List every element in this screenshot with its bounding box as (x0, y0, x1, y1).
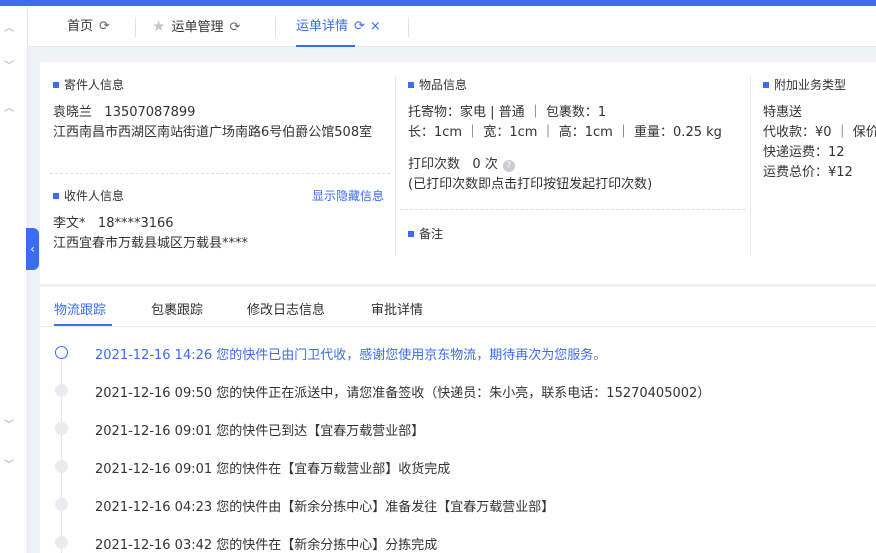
active-tab-indicator (296, 45, 355, 47)
chevron-down-icon[interactable]: ﹀ (4, 461, 14, 471)
tab-label: 运单管理 (171, 20, 224, 35)
tracking-panel: 物流跟踪 包裹跟踪 修改日志信息 审批详情 2021-12-16 14:26 您… (40, 287, 876, 553)
timeline-time: 2021-12-16 14:26 (95, 348, 213, 363)
goods-dimension-line: 长：1cm ｜ 宽：1cm ｜ 高：1cm ｜ 重量：0.25 kg (408, 125, 722, 140)
timeline-item: 2021-12-16 09:01 您的快件已到达【宜春万载营业部】 (95, 420, 424, 439)
print-count-label: 打印次数 (408, 157, 461, 172)
timeline-item: 2021-12-16 09:50 您的快件正在派送中，请您准备签收（快递员：朱小… (95, 382, 710, 401)
page-tabs: 首页 ⟳ ★ 运单管理 ⟳ 运单详情 ⟳ × (28, 6, 876, 47)
refresh-icon[interactable]: ⟳ (99, 19, 110, 34)
print-count-value: 0 次 (472, 157, 498, 172)
timeline-dot (55, 460, 68, 473)
sender-phone: 13507087899 (104, 105, 196, 120)
tab-bar-divider (40, 326, 876, 327)
timeline-dot (55, 536, 68, 549)
timeline-item: 2021-12-16 09:01 您的快件在【宜春万载营业部】收货完成 (95, 458, 450, 477)
tab-label: 首页 (67, 19, 94, 34)
refresh-icon[interactable]: ⟳ (229, 20, 240, 35)
sender-section-title: 寄件人信息 (53, 76, 124, 93)
refresh-icon[interactable]: ⟳ (354, 19, 365, 34)
star-icon[interactable]: ★ (152, 17, 165, 35)
timeline-time: 2021-12-16 09:01 (95, 424, 213, 439)
timeline-message: 您的快件在【新余分拣中心】分拣完成 (216, 538, 438, 553)
waybill-info-panel: 寄件人信息 袁晓兰 13507087899 江西南昌市西湖区南站街道广场南路6号… (40, 62, 876, 284)
receiver-name: 李文* (53, 216, 86, 231)
addon-total-fee: 运费总价：¥12 (763, 165, 853, 180)
timeline-dot (55, 346, 68, 359)
remark-section-title: 备注 (408, 225, 443, 242)
goods-section-title: 物品信息 (408, 76, 467, 93)
chevron-up-icon[interactable]: ︿ (4, 104, 14, 114)
goods-type-line: 托寄物：家电 | 普通 ｜ 包裹数：1 (408, 105, 607, 120)
close-icon[interactable]: × (370, 19, 381, 34)
tab-approval-detail[interactable]: 审批详情 (371, 299, 423, 318)
addon-service-type: 特惠送 (763, 105, 803, 120)
toggle-hidden-info-link[interactable]: 显示隐藏信息 (312, 187, 384, 204)
timeline-time: 2021-12-16 03:42 (95, 538, 213, 553)
sender-address: 江西南昌市西湖区南站街道广场南路6号伯爵公馆508室 (53, 125, 373, 140)
print-count-note: (已打印次数即点击打印按钮发起打印次数) (408, 177, 653, 192)
receiver-section-title: 收件人信息 (53, 187, 124, 204)
left-nav-rail: ︿ ﹀ ︿ ﹀ ﹀ (0, 6, 28, 553)
timeline-message: 您的快件正在派送中，请您准备签收（快递员：朱小亮，联系电话：1527040500… (216, 386, 711, 401)
print-count-line: 打印次数 0 次? (408, 157, 515, 173)
tab-waybill-detail[interactable]: 运单详情 ⟳ × (296, 6, 381, 47)
tab-divider (408, 17, 409, 37)
column-divider (395, 76, 396, 256)
timeline-time: 2021-12-16 09:50 (95, 386, 213, 401)
timeline-item: 2021-12-16 04:23 您的快件由【新余分拣中心】准备发往【宜春万载营… (95, 496, 554, 515)
column-divider (750, 76, 751, 256)
addon-shipping-fee: 快递运费：12 (763, 145, 845, 160)
tab-logistics-tracking[interactable]: 物流跟踪 (54, 299, 106, 318)
addon-section-title: 附加业务类型 (763, 76, 846, 93)
tab-divider (135, 17, 136, 37)
timeline-message: 您的快件在【宜春万载营业部】收货完成 (216, 462, 451, 477)
chevron-down-icon[interactable]: ﹀ (4, 62, 14, 72)
sender-name-phone: 袁晓兰 13507087899 (53, 105, 195, 121)
chevron-up-icon[interactable]: ︿ (4, 24, 14, 34)
tab-label: 运单详情 (296, 19, 349, 34)
chevron-down-icon[interactable]: ﹀ (4, 421, 14, 431)
timeline-dot (55, 384, 68, 397)
timeline-time: 2021-12-16 04:23 (95, 500, 213, 515)
receiver-phone: 18****3166 (97, 216, 174, 231)
timeline-message: 您的快件由【新余分拣中心】准备发往【宜春万载营业部】 (216, 500, 555, 515)
tab-change-log[interactable]: 修改日志信息 (247, 299, 325, 318)
section-divider (50, 173, 390, 174)
sidebar-collapse-button[interactable]: ‹ (26, 228, 39, 270)
timeline-item: 2021-12-16 14:26 您的快件已由门卫代收，感谢您使用京东物流，期待… (95, 344, 606, 363)
help-icon[interactable]: ? (502, 160, 515, 172)
tab-divider (275, 17, 276, 37)
timeline-message: 您的快件已由门卫代收，感谢您使用京东物流，期待再次为您服务。 (216, 348, 607, 363)
addon-cod: 代收款：¥0 ｜ 保价 (763, 125, 876, 140)
tab-home[interactable]: 首页 ⟳ (67, 6, 110, 47)
receiver-name-phone: 李文* 18****3166 (53, 216, 174, 232)
timeline-dot (55, 498, 68, 511)
timeline-time: 2021-12-16 09:01 (95, 462, 213, 477)
section-divider (400, 209, 745, 210)
timeline-dot (55, 422, 68, 435)
tab-waybill-management[interactable]: ★ 运单管理 ⟳ (152, 6, 240, 47)
receiver-address: 江西宜春市万载县城区万载县**** (53, 236, 249, 251)
timeline-track (61, 353, 62, 553)
sender-name: 袁晓兰 (53, 105, 93, 120)
timeline-item: 2021-12-16 03:42 您的快件在【新余分拣中心】分拣完成 (95, 534, 437, 553)
timeline-message: 您的快件已到达【宜春万载营业部】 (216, 424, 425, 439)
tab-package-tracking[interactable]: 包裹跟踪 (151, 299, 203, 318)
